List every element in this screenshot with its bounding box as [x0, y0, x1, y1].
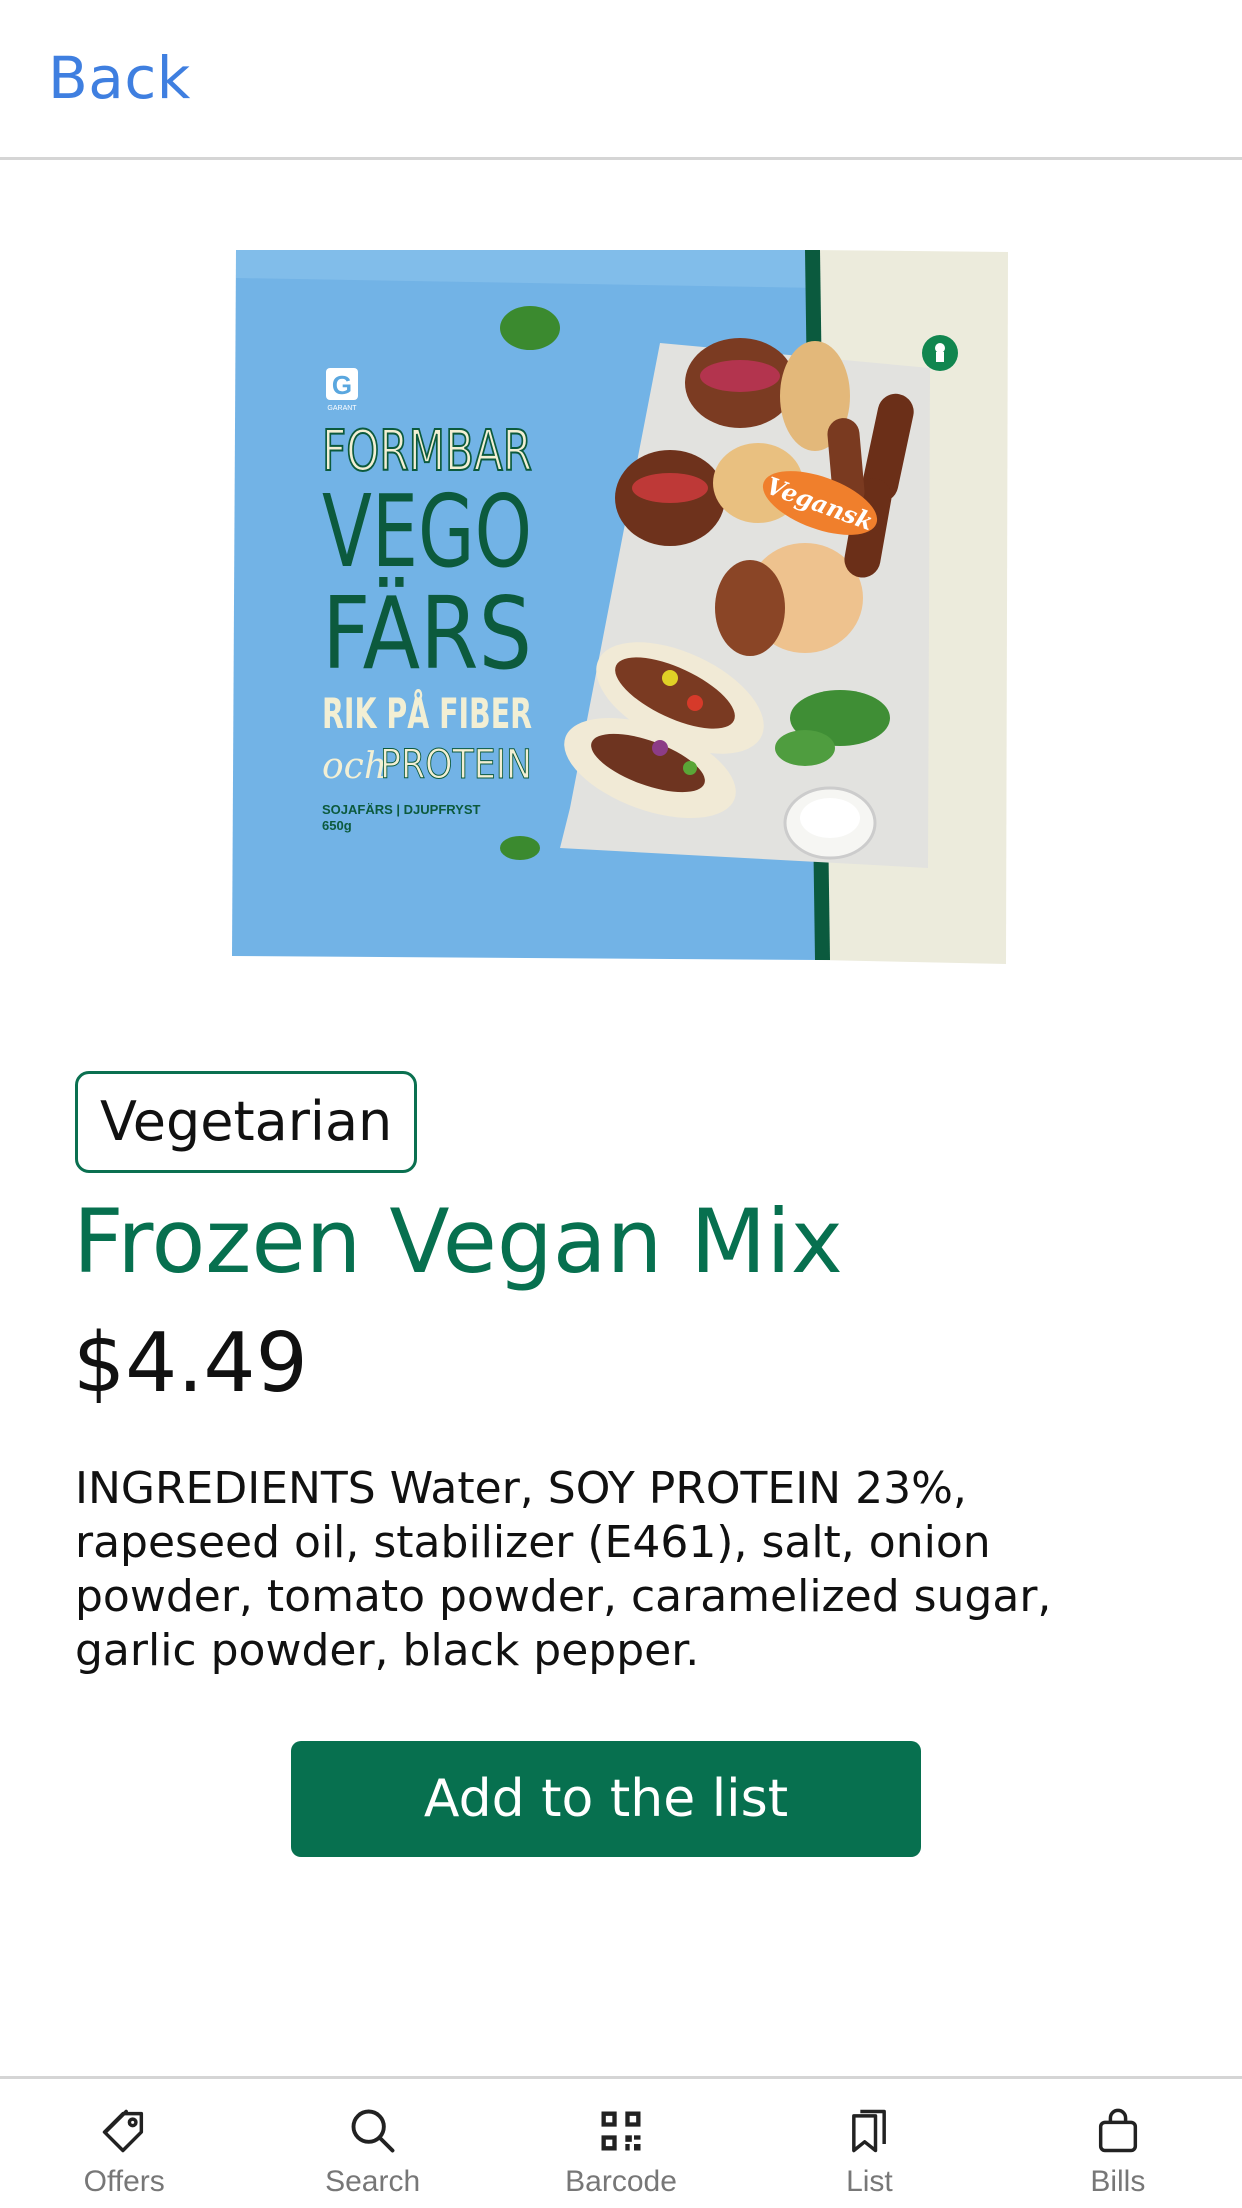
tab-search[interactable]: Search — [248, 2079, 496, 2208]
tab-offers[interactable]: Offers — [0, 2079, 248, 2208]
shopping-bag-icon — [1098, 2108, 1137, 2153]
qr-code-icon — [601, 2111, 641, 2151]
tab-label-barcode: Barcode — [565, 2165, 677, 2198]
tab-label-search: Search — [325, 2165, 421, 2198]
product-image: Vegansk G GARANT FORMBAR VEGO FÄRS RIK P… — [232, 250, 1008, 964]
package-line-5b: PROTEIN — [380, 742, 532, 788]
package-small-2: 650g — [322, 818, 352, 833]
package-line-2: VEGO — [322, 473, 532, 590]
product-ingredients: INGREDIENTS Water, SOY PROTEIN 23%, rape… — [75, 1463, 1052, 1676]
top-bar: Back — [0, 0, 1242, 160]
package-line-4: RIK PÅ FIBER — [322, 688, 532, 738]
bottom-tab-bar: Offers Search Barcode List Bills — [0, 2076, 1242, 2208]
product-title: Frozen Vegan Mix — [73, 1190, 843, 1293]
search-icon — [351, 2109, 395, 2153]
package-line-3: FÄRS — [322, 575, 532, 692]
tab-barcode[interactable]: Barcode — [497, 2079, 745, 2208]
tab-bills[interactable]: Bills — [994, 2079, 1242, 2208]
package-line-5a: och — [322, 746, 387, 787]
brand-mark: G — [332, 370, 352, 400]
tab-label-offers: Offers — [83, 2165, 165, 2198]
tab-list[interactable]: List — [745, 2079, 993, 2208]
package-small-1: SOJAFÄRS | DJUPFRYST — [322, 802, 481, 817]
bookmarks-icon — [852, 2109, 887, 2153]
product-price: $4.49 — [73, 1316, 308, 1411]
tab-label-bills: Bills — [1090, 2165, 1146, 2198]
brand-sub: GARANT — [327, 405, 357, 412]
category-badge: Vegetarian — [75, 1071, 418, 1173]
tag-icon — [102, 2109, 144, 2153]
back-button[interactable]: Back — [48, 44, 191, 112]
tab-label-list: List — [846, 2165, 893, 2198]
add-to-list-button[interactable]: Add to the list — [291, 1741, 921, 1857]
